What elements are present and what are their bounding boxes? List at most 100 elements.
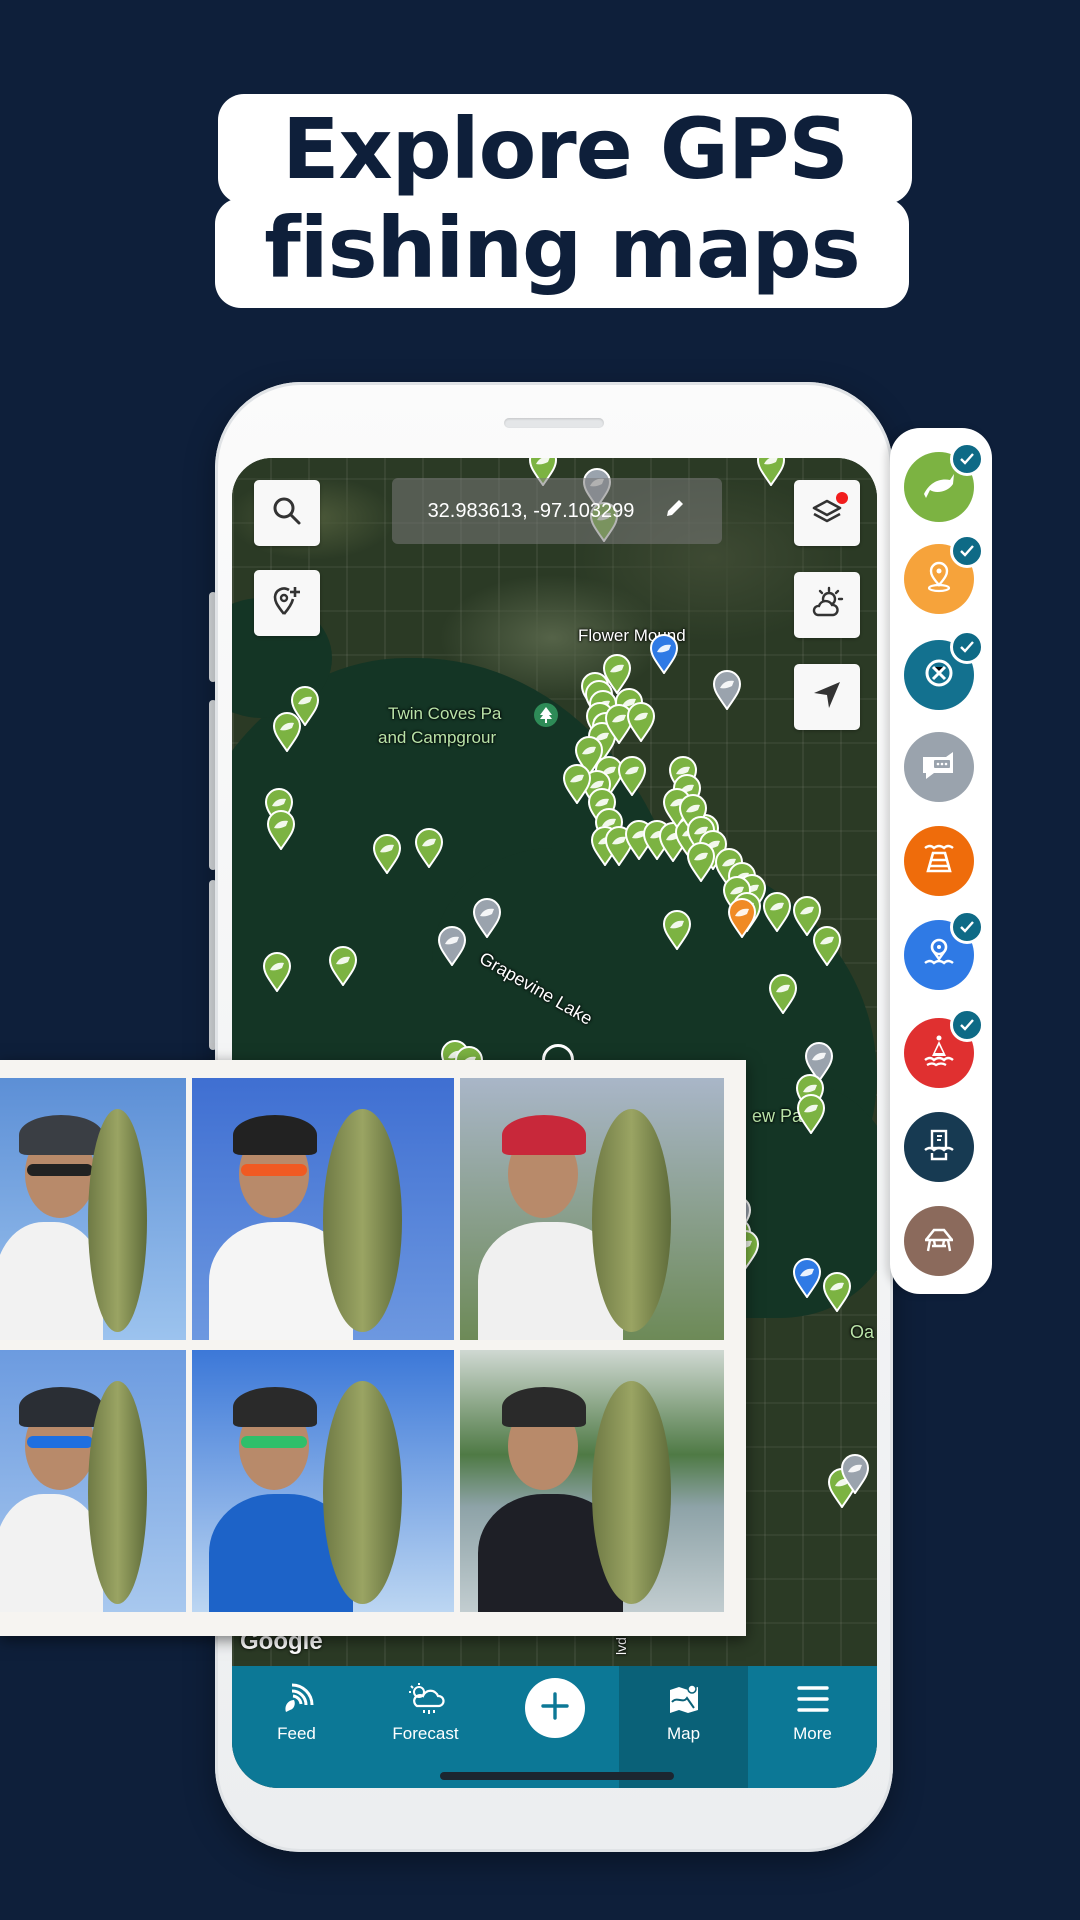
map-pin-catch[interactable] [662,910,692,950]
map-icon [667,1682,701,1716]
add-location-icon [270,584,304,622]
filter-fishing-times[interactable] [904,630,984,710]
location-pin-icon [924,561,954,597]
home-indicator[interactable] [440,1772,674,1780]
dock-icon [922,1128,956,1166]
nav-forecast[interactable]: Forecast [361,1666,490,1788]
nav-add[interactable] [490,1666,619,1788]
check-icon [950,1008,984,1042]
map-label-blvd: lvd [612,1637,629,1655]
filter-buoys[interactable] [904,1008,984,1088]
map-pin-report[interactable] [472,898,502,938]
headline-line-1: Explore GPS [218,94,912,204]
coordinates-text: 32.983613, -97.103299 [427,499,635,522]
ramp-icon [922,843,956,879]
clock-icon [922,656,956,694]
map-pin-catch[interactable] [768,974,798,1014]
catch-photo[interactable] [192,1350,454,1612]
nav-more-label: More [793,1724,832,1743]
feed-icon [280,1682,314,1716]
map-pin-spot[interactable] [649,634,679,674]
map-pin-catch[interactable] [762,892,792,932]
map-filter-panel [890,428,992,1294]
catch-photo[interactable] [0,1350,186,1612]
headline-line-2: fishing maps [215,198,909,308]
map-pin-report[interactable] [840,1454,870,1494]
check-icon [950,910,984,944]
map-pin-catch[interactable] [328,946,358,986]
map-pin-catch[interactable] [266,810,296,850]
map-label-twin-coves: Twin Coves Pa [388,704,502,723]
notification-dot [836,492,848,504]
phone-speaker [504,418,604,428]
map-label-twin-coves: and Campgrour [378,728,497,747]
fish-icon [920,470,958,504]
pencil-icon[interactable] [664,497,686,525]
check-icon [950,630,984,664]
bass-fish [88,1109,147,1333]
map-pin-report[interactable] [437,926,467,966]
catch-photo[interactable] [460,1350,724,1612]
sunglasses [27,1436,94,1449]
angler-cap [501,1386,586,1427]
map-pin-tackle[interactable] [727,898,757,938]
park-marker-icon [534,703,558,727]
map-pin-catch[interactable] [272,712,302,752]
coordinates-bar[interactable]: 32.983613, -97.103299 [392,478,722,544]
layers-button[interactable] [794,480,860,546]
catch-photo-collage [0,1060,746,1636]
search-icon [271,495,303,531]
filter-boat-ramps[interactable] [904,826,974,896]
layers-icon [810,492,848,532]
check-icon [950,534,984,568]
sunglasses [241,1436,308,1449]
plus-icon [540,1691,570,1726]
nav-map[interactable]: Map [619,1666,748,1788]
search-button[interactable] [254,480,320,546]
map-pin-catch[interactable] [796,1094,826,1134]
angler-cap [19,1386,104,1427]
sunglasses [241,1164,308,1177]
nav-more[interactable]: More [748,1666,877,1788]
map-pin-spot[interactable] [792,1258,822,1298]
map-pin-catch[interactable] [686,842,716,882]
bass-fish [323,1109,402,1333]
catch-photo[interactable] [0,1078,186,1340]
filter-catches[interactable] [904,442,984,522]
buoy-icon [922,1034,956,1072]
nav-feed[interactable]: Feed [232,1666,361,1788]
add-button[interactable] [524,1678,585,1738]
weather-button[interactable] [794,572,860,638]
map-pin-catch[interactable] [626,702,656,742]
my-location-button[interactable] [794,664,860,730]
map-pin-catch[interactable] [617,756,647,796]
bass-fish [592,1109,672,1333]
angler-cap [19,1114,104,1155]
catch-photo[interactable] [192,1078,454,1340]
angler-cap [233,1114,318,1155]
nav-feed-label: Feed [277,1724,316,1743]
filter-water-spots[interactable] [904,910,984,990]
bass-fish [323,1381,402,1605]
bottom-navigation: Feed Forecast Map More [232,1666,877,1788]
catch-photo[interactable] [460,1078,724,1340]
add-location-button[interactable] [254,570,320,636]
weather-icon [809,585,845,625]
shelter-icon [922,1224,956,1258]
angler-cap [233,1386,318,1427]
filter-shelters[interactable] [904,1206,974,1276]
map-pin-catch[interactable] [414,828,444,868]
angler-cap [501,1114,586,1155]
filter-docks[interactable] [904,1112,974,1182]
chat-icon [920,749,958,785]
filter-spots[interactable] [904,534,984,614]
forecast-icon [407,1682,445,1716]
filter-reports[interactable] [904,732,974,802]
check-icon [950,442,984,476]
map-pin-report[interactable] [712,670,742,710]
map-pin-catch[interactable] [372,834,402,874]
map-pin-catch[interactable] [756,458,786,486]
map-pin-catch[interactable] [812,926,842,966]
map-pin-catch[interactable] [822,1272,852,1312]
map-pin-catch[interactable] [262,952,292,992]
